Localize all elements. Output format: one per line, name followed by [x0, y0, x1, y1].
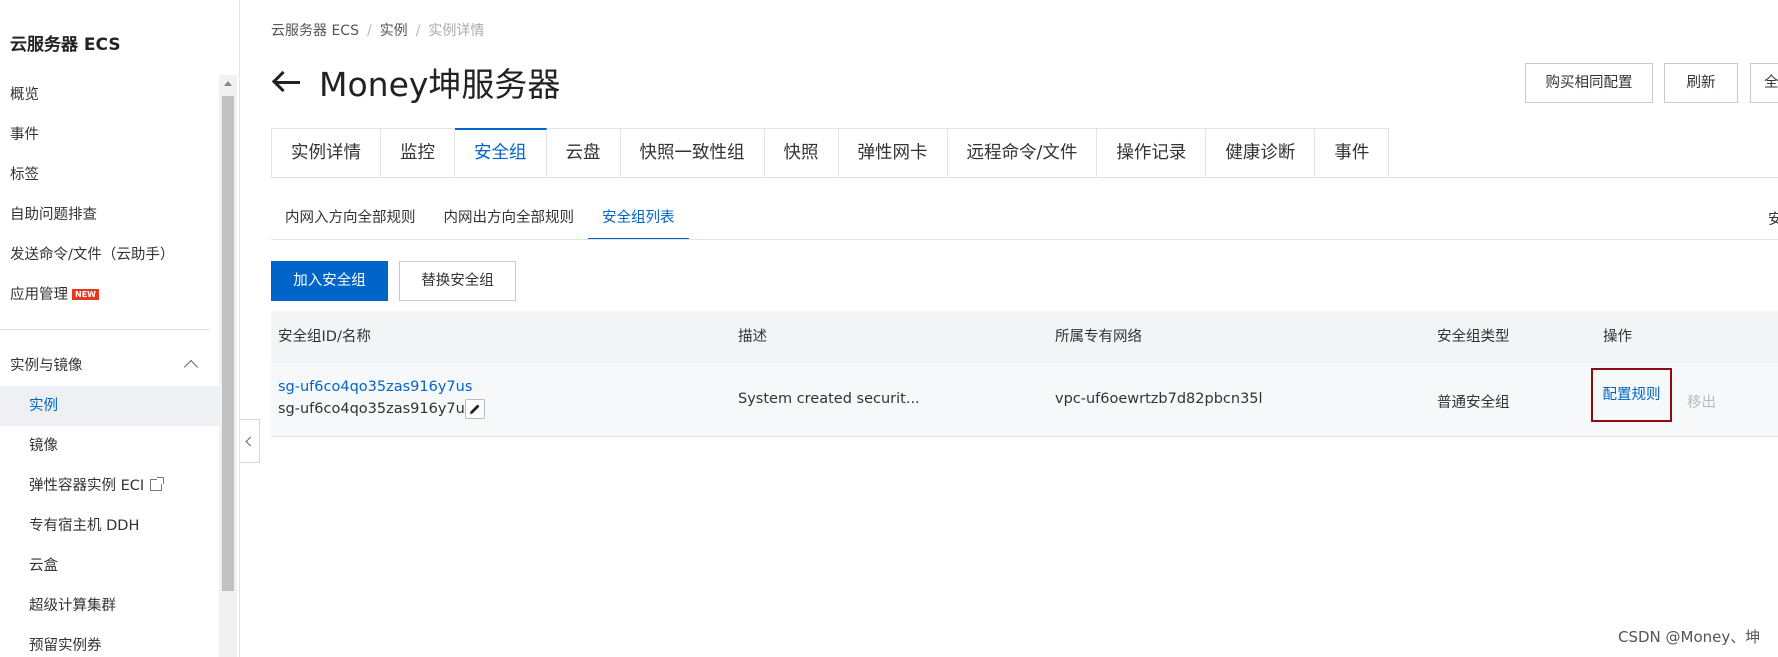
description-cell: System created securit... [738, 391, 920, 407]
security-group-name: sg-uf6co4qo35zas916y7u... [278, 401, 479, 417]
new-badge: NEW [72, 289, 99, 300]
column-header-vpc: 所属专有网络 [1055, 329, 1142, 345]
sidebar-item-events[interactable]: 事件 [0, 115, 220, 155]
table-header: 安全组ID/名称 描述 所属专有网络 安全组类型 操作 [271, 311, 1778, 363]
sidebar-group-label: 实例与镜像 [10, 358, 83, 374]
sidebar-submenu: 实例 镜像 弹性容器实例 ECI 专有宿主机 DDH 云盒 超级计算集群 预留实… [0, 386, 220, 657]
vpc-cell: vpc-uf6oewrtzb7d82pbcn35l [1055, 391, 1263, 407]
sidebar-item-cloud-box[interactable]: 云盒 [0, 546, 220, 586]
subtab-security-group-list[interactable]: 安全组列表 [588, 202, 689, 240]
breadcrumb: 云服务器 ECS / 实例 / 实例详情 [271, 20, 484, 40]
chevron-up-icon [183, 359, 199, 375]
more-button[interactable]: 全 [1750, 63, 1778, 103]
breadcrumb-item-instances[interactable]: 实例 [380, 23, 408, 39]
sidebar-group-instances-images[interactable]: 实例与镜像 [0, 346, 210, 386]
collapse-sidebar-button[interactable] [240, 419, 260, 463]
sidebar-item-label: 弹性容器实例 ECI [29, 478, 145, 494]
breadcrumb-item-ecs[interactable]: 云服务器 ECS [271, 23, 359, 39]
configure-rules-button[interactable]: 配置规则 [1591, 368, 1672, 422]
tab-operation-logs[interactable]: 操作记录 [1097, 128, 1207, 178]
table-row: sg-uf6co4qo35zas916y7us sg-uf6co4qo35zas… [271, 363, 1778, 437]
replace-security-group-button[interactable]: 替换安全组 [399, 261, 516, 301]
tab-eni[interactable]: 弹性网卡 [838, 128, 948, 178]
subtab-outbound-rules[interactable]: 内网出方向全部规则 [430, 202, 589, 240]
subtab-inbound-rules[interactable]: 内网入方向全部规则 [271, 202, 430, 240]
remove-button[interactable]: 移出 [1687, 391, 1716, 412]
sidebar-divider [0, 329, 210, 330]
sidebar-item-ddh[interactable]: 专有宿主机 DDH [0, 506, 220, 546]
sidebar-title: 云服务器 ECS [10, 35, 121, 55]
sidebar-item-tags[interactable]: 标签 [0, 155, 220, 195]
sidebar-item-overview[interactable]: 概览 [0, 75, 220, 115]
tab-snapshot-consistency-groups[interactable]: 快照一致性组 [620, 128, 765, 178]
tab-security-groups[interactable]: 安全组 [455, 128, 547, 178]
sidebar-item-instances[interactable]: 实例 [0, 386, 220, 426]
sidebar-item-eci[interactable]: 弹性容器实例 ECI [0, 466, 220, 506]
type-cell: 普通安全组 [1437, 395, 1510, 411]
sidebar-item-app-management[interactable]: 应用管理 NEW [0, 275, 220, 315]
sidebar-item-self-troubleshoot[interactable]: 自助问题排查 [0, 195, 220, 235]
sidebar-item-send-command[interactable]: 发送命令/文件（云助手） [0, 235, 220, 275]
breadcrumb-item-current: 实例详情 [428, 23, 485, 39]
tab-remote-commands[interactable]: 远程命令/文件 [947, 128, 1098, 178]
sidebar-menu: 概览 事件 标签 自助问题排查 发送命令/文件（云助手） 应用管理 NEW [0, 75, 220, 315]
tab-snapshots[interactable]: 快照 [764, 128, 839, 178]
breadcrumb-separator: / [415, 23, 421, 39]
page-header: Money坤服务器 [271, 60, 560, 104]
tab-health-diagnosis[interactable]: 健康诊断 [1206, 128, 1316, 178]
external-link-icon [150, 477, 165, 491]
join-security-group-button[interactable]: 加入安全组 [271, 261, 388, 301]
tab-monitoring[interactable]: 监控 [381, 128, 455, 178]
column-header-id-name: 安全组ID/名称 [278, 329, 371, 345]
column-header-actions: 操作 [1603, 329, 1632, 345]
page-title: Money坤服务器 [319, 65, 561, 104]
sidebar-item-images[interactable]: 镜像 [0, 426, 220, 466]
sidebar: 云服务器 ECS 概览 事件 标签 自助问题排查 发送命令/文件（云助手） 应用… [0, 0, 240, 657]
sidebar-item-label: 应用管理 [10, 287, 68, 303]
scroll-up-icon[interactable] [224, 81, 232, 86]
column-header-description: 描述 [738, 329, 767, 345]
subtab-extra-link[interactable]: 安 [1768, 208, 1778, 229]
security-group-id-link[interactable]: sg-uf6co4qo35zas916y7us [278, 379, 472, 395]
column-header-type: 安全组类型 [1437, 329, 1510, 345]
edit-icon[interactable] [465, 399, 485, 419]
back-arrow-icon[interactable] [271, 70, 303, 94]
tab-events[interactable]: 事件 [1315, 128, 1390, 178]
tab-cloud-disks[interactable]: 云盘 [546, 128, 621, 178]
buy-same-config-button[interactable]: 购买相同配置 [1525, 63, 1653, 103]
detail-tabs: 实例详情 监控 安全组 云盘 快照一致性组 快照 弹性网卡 远程命令/文件 操作… [271, 128, 1390, 178]
sidebar-item-supercomputing[interactable]: 超级计算集群 [0, 586, 220, 626]
security-subtabs: 内网入方向全部规则 内网出方向全部规则 安全组列表 [271, 202, 689, 240]
breadcrumb-separator: / [366, 23, 372, 39]
refresh-button[interactable]: 刷新 [1664, 63, 1738, 103]
subtabs-divider [271, 239, 1778, 240]
watermark: CSDN @Money、坤 [1618, 628, 1761, 646]
tabs-divider [271, 177, 1778, 178]
sidebar-scrollbar[interactable] [219, 75, 237, 657]
tab-instance-details[interactable]: 实例详情 [271, 128, 381, 178]
scrollbar-thumb[interactable] [222, 96, 234, 591]
sidebar-item-reserved-instances[interactable]: 预留实例券 [0, 626, 220, 657]
